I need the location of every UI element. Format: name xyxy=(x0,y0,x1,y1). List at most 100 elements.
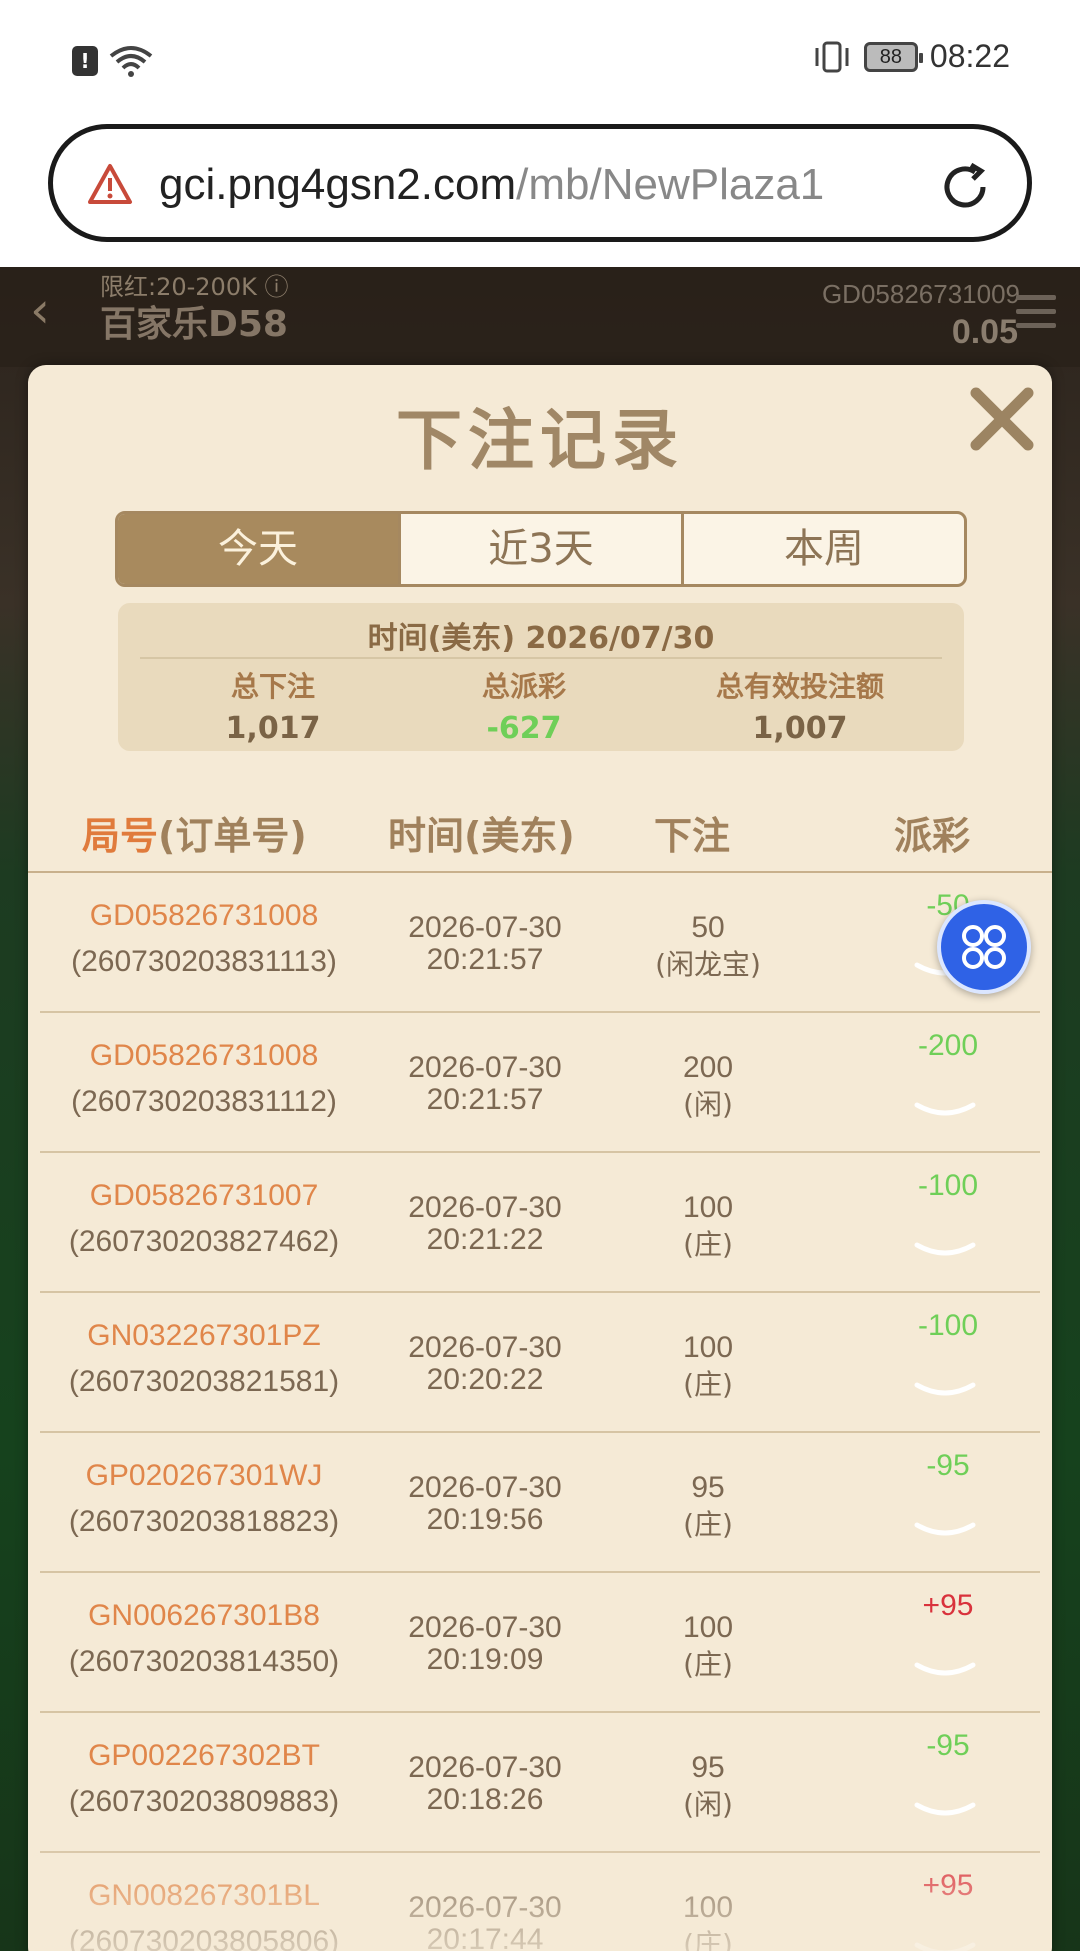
bet-date: 2026-07-30 xyxy=(408,1331,562,1364)
table-row[interactable]: GP002267302BT (260730203809883) 2026-07-30… xyxy=(28,1713,1052,1853)
order-number: (260730203831112) xyxy=(71,1085,337,1118)
round-id: GN032267301PZ xyxy=(87,1319,321,1352)
bet-side: (闲) xyxy=(683,1088,733,1121)
round-id: GD05826731008 xyxy=(89,899,319,932)
table-row[interactable]: GN032267301PZ (260730203821581) 2026-07-30… xyxy=(28,1293,1052,1433)
game-header: ‹ 限红:20-200K ⓘ 百家乐D58 GD05826731009 0.05 xyxy=(0,267,1080,367)
tab-today[interactable]: 今天 xyxy=(118,514,401,584)
column-time: 时间(美东) xyxy=(388,814,575,858)
total-valid-bet-label: 总有效投注额 xyxy=(715,670,884,703)
chevron-down-icon[interactable] xyxy=(913,1099,977,1123)
total-bet-value: 1,017 xyxy=(225,711,321,746)
bet-amount: 100 xyxy=(682,1331,734,1364)
battery-icon: 88 xyxy=(863,41,923,72)
payout-value: -100 xyxy=(917,1309,979,1342)
bet-side: (闲) xyxy=(683,1788,733,1821)
chevron-down-icon[interactable] xyxy=(913,1519,977,1543)
modal-title: 下注记录 xyxy=(396,402,684,479)
total-payout-label: 总派彩 xyxy=(481,670,566,703)
summary-panel: 时间(美东) 2026/07/30 总下注 1,017 总派彩 -627 总有效… xyxy=(118,603,964,751)
total-payout-value: -627 xyxy=(486,711,562,746)
status-left: ! xyxy=(72,44,154,78)
table-row[interactable]: GD05826731008 (260730203831113) 2026-07-30… xyxy=(28,873,1052,1013)
round-id: GD05826731009 xyxy=(821,279,1020,309)
table-row[interactable]: GD05826731008 (260730203831112) 2026-07-30… xyxy=(28,1013,1052,1153)
table-row[interactable]: GP020267301WJ (260730203818823) 2026-07-30… xyxy=(28,1433,1052,1573)
bet-side: (庄) xyxy=(683,1508,733,1541)
url-host: gci.png4gsn2.com xyxy=(159,160,517,209)
summary-divider xyxy=(140,657,942,659)
url-path: /mb/NewPlaza1 xyxy=(516,160,825,209)
total-valid-bet-value: 1,007 xyxy=(752,711,848,746)
bet-amount: 100 xyxy=(682,1611,734,1644)
bet-time: 20:19:56 xyxy=(426,1503,544,1536)
column-round-order: (订单号) xyxy=(158,814,307,858)
bet-amount: 95 xyxy=(691,1471,725,1504)
round-id: GD05826731008 xyxy=(89,1039,319,1072)
reload-icon[interactable] xyxy=(937,159,993,215)
total-payout: 总派彩 -627 xyxy=(394,665,654,746)
table-name: 百家乐D58 xyxy=(100,304,288,345)
chevron-down-icon[interactable] xyxy=(913,1379,977,1403)
date-range-tabs: 今天 近3天 本周 xyxy=(115,511,967,587)
column-payout: 派彩 xyxy=(894,814,971,858)
payout-value: -100 xyxy=(917,1169,979,1202)
wifi-icon xyxy=(109,46,153,77)
column-round: 局号(订单号) xyxy=(82,805,307,860)
bet-date: 2026-07-30 xyxy=(408,1751,562,1784)
bet-side: (闲龙宝) xyxy=(655,948,761,981)
bet-date: 2026-07-30 xyxy=(408,911,562,944)
balance: 0.05 xyxy=(951,313,1018,351)
payout-value: -95 xyxy=(926,1449,970,1482)
warning-icon[interactable] xyxy=(87,163,133,205)
tab-this-week[interactable]: 本周 xyxy=(684,514,964,584)
chevron-down-icon[interactable] xyxy=(913,1239,977,1263)
order-number: (260730203831113) xyxy=(71,945,337,978)
round-id: GP020267301WJ xyxy=(85,1459,323,1492)
bet-date: 2026-07-30 xyxy=(408,1191,562,1224)
bet-amount: 200 xyxy=(682,1051,734,1084)
close-icon[interactable] xyxy=(966,383,1038,455)
chevron-down-icon[interactable] xyxy=(913,1799,977,1823)
round-id: GN006267301B8 xyxy=(88,1599,320,1632)
order-number: (260730203827462) xyxy=(68,1225,340,1258)
round-id: GP002267302BT xyxy=(88,1739,320,1772)
back-arrow-icon[interactable]: ‹ xyxy=(30,281,70,341)
list-fade xyxy=(28,1835,1052,1951)
bet-amount: 95 xyxy=(691,1751,725,1784)
round-id: GD05826731007 xyxy=(89,1179,319,1212)
alert-icon: ! xyxy=(72,46,98,76)
tab-last-3-days[interactable]: 近3天 xyxy=(401,514,684,584)
table-header: 局号(订单号) 时间(美东) 下注 派彩 xyxy=(28,805,1052,873)
total-bet: 总下注 1,017 xyxy=(143,665,403,746)
payout-value: -95 xyxy=(926,1729,970,1762)
bet-date: 2026-07-30 xyxy=(408,1471,562,1504)
clock: 08:22 xyxy=(929,38,1010,74)
total-bet-label: 总下注 xyxy=(230,670,315,703)
bet-record-list: GD05826731008 (260730203831113) 2026-07-30… xyxy=(28,873,1052,1951)
bet-time: 20:21:22 xyxy=(426,1223,544,1256)
bet-time: 20:18:26 xyxy=(426,1783,544,1816)
bet-record-modal: 下注记录 今天 近3天 本周 时间(美东) 2026/07/30 总下注 1,0… xyxy=(28,365,1052,1951)
status-bar: ! 88 08:22 xyxy=(0,0,1080,118)
table-row[interactable]: GN006267301B8 (260730203814350) 2026-07-30… xyxy=(28,1573,1052,1713)
payout-value: -200 xyxy=(917,1029,979,1062)
table-row[interactable]: GD05826731007 (260730203827462) 2026-07-30… xyxy=(28,1153,1052,1293)
payout-value: +95 xyxy=(922,1589,974,1622)
order-number: (260730203818823) xyxy=(68,1505,340,1538)
status-right: 88 08:22 xyxy=(812,38,1010,75)
url-text[interactable]: gci.png4gsn2.com/mb/NewPlaza1 xyxy=(159,157,949,213)
bet-side: (庄) xyxy=(683,1648,733,1681)
menu-icon[interactable] xyxy=(1016,295,1056,331)
column-round-highlight: 局号 xyxy=(82,814,159,858)
bet-date: 2026-07-30 xyxy=(408,1611,562,1644)
floating-menu-button[interactable] xyxy=(937,900,1031,994)
total-valid-bet: 总有效投注额 1,007 xyxy=(670,665,930,746)
column-bet: 下注 xyxy=(654,814,731,858)
bet-side: (庄) xyxy=(683,1228,733,1261)
order-number: (260730203821581) xyxy=(68,1365,340,1398)
chevron-down-icon[interactable] xyxy=(913,1659,977,1683)
bet-amount: 50 xyxy=(691,911,725,944)
bet-time: 20:19:09 xyxy=(426,1643,544,1676)
address-bar[interactable]: gci.png4gsn2.com/mb/NewPlaza1 xyxy=(48,124,1032,242)
